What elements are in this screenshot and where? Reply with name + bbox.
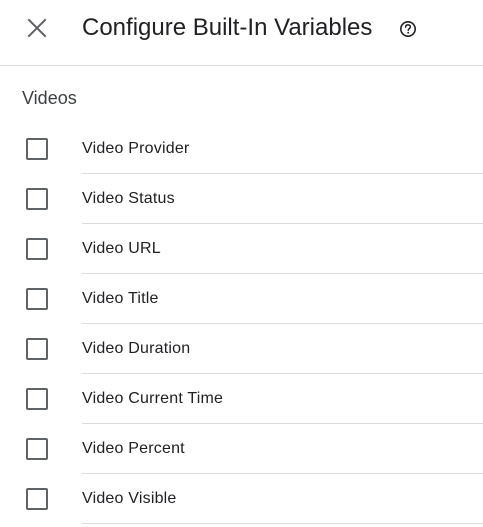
variable-row[interactable]: Video Provider [0,124,483,174]
variable-label: Video Percent [82,440,185,457]
variable-label: Video Visible [82,490,177,507]
row-divider [82,523,483,524]
variable-row[interactable]: Video Title [0,274,483,324]
variable-label: Video Duration [82,340,191,357]
variable-checkbox[interactable] [26,238,48,260]
help-circle-icon[interactable] [399,20,417,38]
variable-row[interactable]: Video URL [0,224,483,274]
variable-checkbox[interactable] [26,438,48,460]
variable-row[interactable]: Video Duration [0,324,483,374]
variable-label: Video URL [82,240,161,257]
close-button[interactable] [22,13,52,43]
variable-row[interactable]: Video Current Time [0,374,483,424]
section-title: Videos [22,88,77,108]
variable-checkbox[interactable] [26,288,48,310]
variable-checkbox[interactable] [26,188,48,210]
variable-label: Video Status [82,190,175,207]
dialog-title: Configure Built-In Variables [82,14,373,41]
variable-checkbox[interactable] [26,338,48,360]
variable-row[interactable]: Video Visible [0,474,483,524]
variable-checkbox[interactable] [26,488,48,510]
variable-list: Video Provider Video Status Video URL Video… [0,124,483,524]
variable-label: Video Title [82,290,159,307]
variable-label: Video Current Time [82,390,224,407]
dialog-header: Configure Built-In Variables [0,0,483,66]
variable-row[interactable]: Video Status [0,174,483,224]
variable-label: Video Provider [82,140,190,157]
close-icon [27,18,47,38]
variable-checkbox[interactable] [26,138,48,160]
variable-checkbox[interactable] [26,388,48,410]
variable-row[interactable]: Video Percent [0,424,483,474]
